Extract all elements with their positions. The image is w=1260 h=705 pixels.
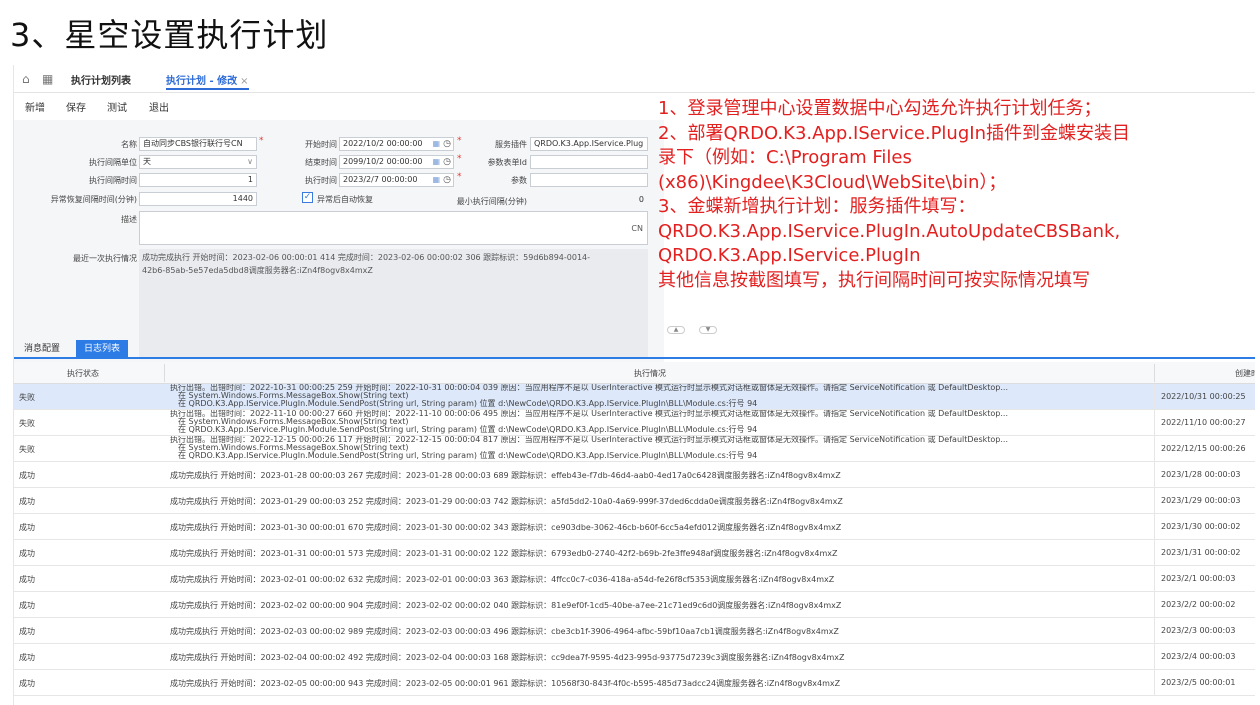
interval-unit-select[interactable]: 天 ∨ <box>139 155 257 169</box>
auto-recover-checkbox[interactable]: ✓ <box>302 192 313 203</box>
col-detail-header[interactable]: 执行情况 <box>634 368 666 379</box>
interval-time-label: 执行间隔时间 <box>89 176 137 185</box>
chevron-down-icon[interactable]: ▼ <box>699 326 717 334</box>
min-interval-value: 0 <box>638 195 644 204</box>
interval-unit-label: 执行间隔单位 <box>89 158 137 167</box>
last-exec-label: 最近一次执行情况 <box>73 254 137 263</box>
auto-recover-label: 异常后自动恢复 <box>317 195 373 204</box>
name-field[interactable]: 自动同步CBS银行联行号CN <box>139 137 257 151</box>
clock-icon[interactable]: ◷ <box>443 156 451 168</box>
table-row[interactable]: 成功 成功完成执行 开始时间：2023-02-04 00:00:02 492 完成… <box>14 644 1255 670</box>
end-time-label: 结束时间 <box>305 158 337 167</box>
tab-plan-list[interactable]: 执行计划列表 <box>71 72 131 87</box>
table-row[interactable]: 失败 执行出错。出错时间：2022-10-31 00:00:25 259 开始时… <box>14 384 1255 410</box>
service-plugin-label: 服务插件 <box>495 140 527 149</box>
table-row[interactable]: 成功 成功完成执行 开始时间：2023-02-03 00:00:02 989 完成… <box>14 618 1255 644</box>
home-icon[interactable]: ⌂ <box>22 72 30 86</box>
chevron-up-icon[interactable]: ▲ <box>667 326 685 334</box>
annotation-line: 录下（例如：C:\Program Files <box>658 147 912 168</box>
test-button[interactable]: 测试 <box>107 99 127 114</box>
annotation-line: 3、金蝶新增执行计划：服务插件填写： <box>658 196 976 217</box>
param-form-label: 参数表单Id <box>487 158 527 167</box>
apps-grid-icon[interactable]: ▦ <box>42 72 53 86</box>
annotation-line: 2、部署QRDO.K3.App.IService.PlugIn插件到金蝶安装目 <box>658 122 1130 144</box>
exception-interval-label: 异常恢复间隔时间(分钟) <box>50 195 137 204</box>
description-label: 描述 <box>121 215 137 224</box>
log-grid: 执行状态 执行情况 创建时 失败 执行出错。出错时间：2022-10-31 00… <box>14 362 1255 705</box>
col-status-header[interactable]: 执行状态 <box>67 368 99 379</box>
service-plugin-field[interactable]: QRDO.K3.App.IService.Plug <box>530 137 648 151</box>
name-label: 名称 <box>121 140 137 149</box>
chevron-down-icon: ∨ <box>247 157 253 166</box>
table-row[interactable]: 成功 成功完成执行 开始时间：2023-02-05 00:00:00 943 完成… <box>14 670 1255 696</box>
table-row[interactable]: 失败 执行出错。出错时间：2022-11-10 00:00:27 660 开始时… <box>14 410 1255 436</box>
start-time-field[interactable]: 2022/10/2 00:00:00 ▦ ◷ <box>339 137 454 151</box>
annotation-line: QRDO.K3.App.IService.PlugIn <box>658 245 921 266</box>
grid-header: 执行状态 执行情况 创建时 <box>14 362 1255 384</box>
table-row[interactable]: 成功 成功完成执行 开始时间：2023-01-31 00:00:01 573 完成… <box>14 540 1255 566</box>
end-time-field[interactable]: 2099/10/2 00:00:00 ▦ ◷ <box>339 155 454 169</box>
table-row[interactable]: 成功 成功完成执行 开始时间：2023-01-30 00:00:01 670 完成… <box>14 514 1255 540</box>
description-field[interactable]: CN <box>139 211 648 245</box>
param-label: 参数 <box>511 176 527 185</box>
calendar-icon[interactable]: ▦ <box>432 156 440 168</box>
language-tag: CN <box>631 224 643 233</box>
tab-plan-edit[interactable]: 执行计划 - 修改 × <box>166 72 249 90</box>
exec-time-label: 执行时间 <box>305 176 337 185</box>
instruction-annotation: 1、登录管理中心设置数据中心勾选允许执行计划任务； 2、部署QRDO.K3.Ap… <box>658 97 1258 293</box>
slide-title: 3、星空设置执行计划 <box>10 16 329 54</box>
clock-icon[interactable]: ◷ <box>443 174 451 186</box>
param-field[interactable] <box>530 173 648 187</box>
table-row[interactable]: 成功 成功完成执行 开始时间：2023-01-28 00:00:03 267 完成… <box>14 462 1255 488</box>
table-row[interactable]: 成功 成功完成执行 开始时间：2023-02-02 00:00:00 904 完成… <box>14 592 1255 618</box>
table-row[interactable]: 成功 成功完成执行 开始时间：2023-02-01 00:00:02 632 完成… <box>14 566 1255 592</box>
param-form-field[interactable] <box>530 155 648 169</box>
annotation-line: QRDO.K3.App.IService.PlugIn.AutoUpdateCB… <box>658 220 1121 242</box>
min-interval-label: 最小执行间隔(分钟) <box>456 197 527 206</box>
annotation-line: 其他信息按截图填写，执行间隔时间可按实际情况填写 <box>658 269 1090 291</box>
new-button[interactable]: 新增 <box>25 99 45 114</box>
close-icon[interactable]: × <box>240 76 248 87</box>
annotation-line: (x86)\Kingdee\K3Cloud\WebSite\bin）； <box>658 171 1007 193</box>
calendar-icon[interactable]: ▦ <box>432 174 440 186</box>
interval-time-field[interactable]: 1 <box>139 173 257 187</box>
tab-msg-config[interactable]: 消息配置 <box>16 340 68 359</box>
save-button[interactable]: 保存 <box>66 99 86 114</box>
exec-time-field[interactable]: 2023/2/7 00:00:00 ▦ ◷ <box>339 173 454 187</box>
exit-button[interactable]: 退出 <box>149 99 169 114</box>
start-time-label: 开始时间 <box>305 140 337 149</box>
tab-bar: ⌂ ▦ 执行计划列表 执行计划 - 修改 × <box>14 65 1255 93</box>
panel-splitter[interactable]: ▲ ▼ <box>14 323 1255 337</box>
bottom-tabs: 消息配置 日志列表 <box>14 337 1255 359</box>
exception-interval-field[interactable]: 1440 <box>139 192 257 206</box>
clock-icon[interactable]: ◷ <box>443 138 451 150</box>
tab-log-list[interactable]: 日志列表 <box>76 340 129 359</box>
calendar-icon[interactable]: ▦ <box>432 138 440 150</box>
col-created-header[interactable]: 创建时 <box>1235 368 1255 379</box>
table-row[interactable]: 成功 成功完成执行 开始时间：2023-01-29 00:00:03 252 完成… <box>14 488 1255 514</box>
annotation-line: 1、登录管理中心设置数据中心勾选允许执行计划任务； <box>658 98 1102 119</box>
table-row[interactable]: 失败 执行出错。出错时间：2022-12-15 00:00:26 117 开始时… <box>14 436 1255 462</box>
